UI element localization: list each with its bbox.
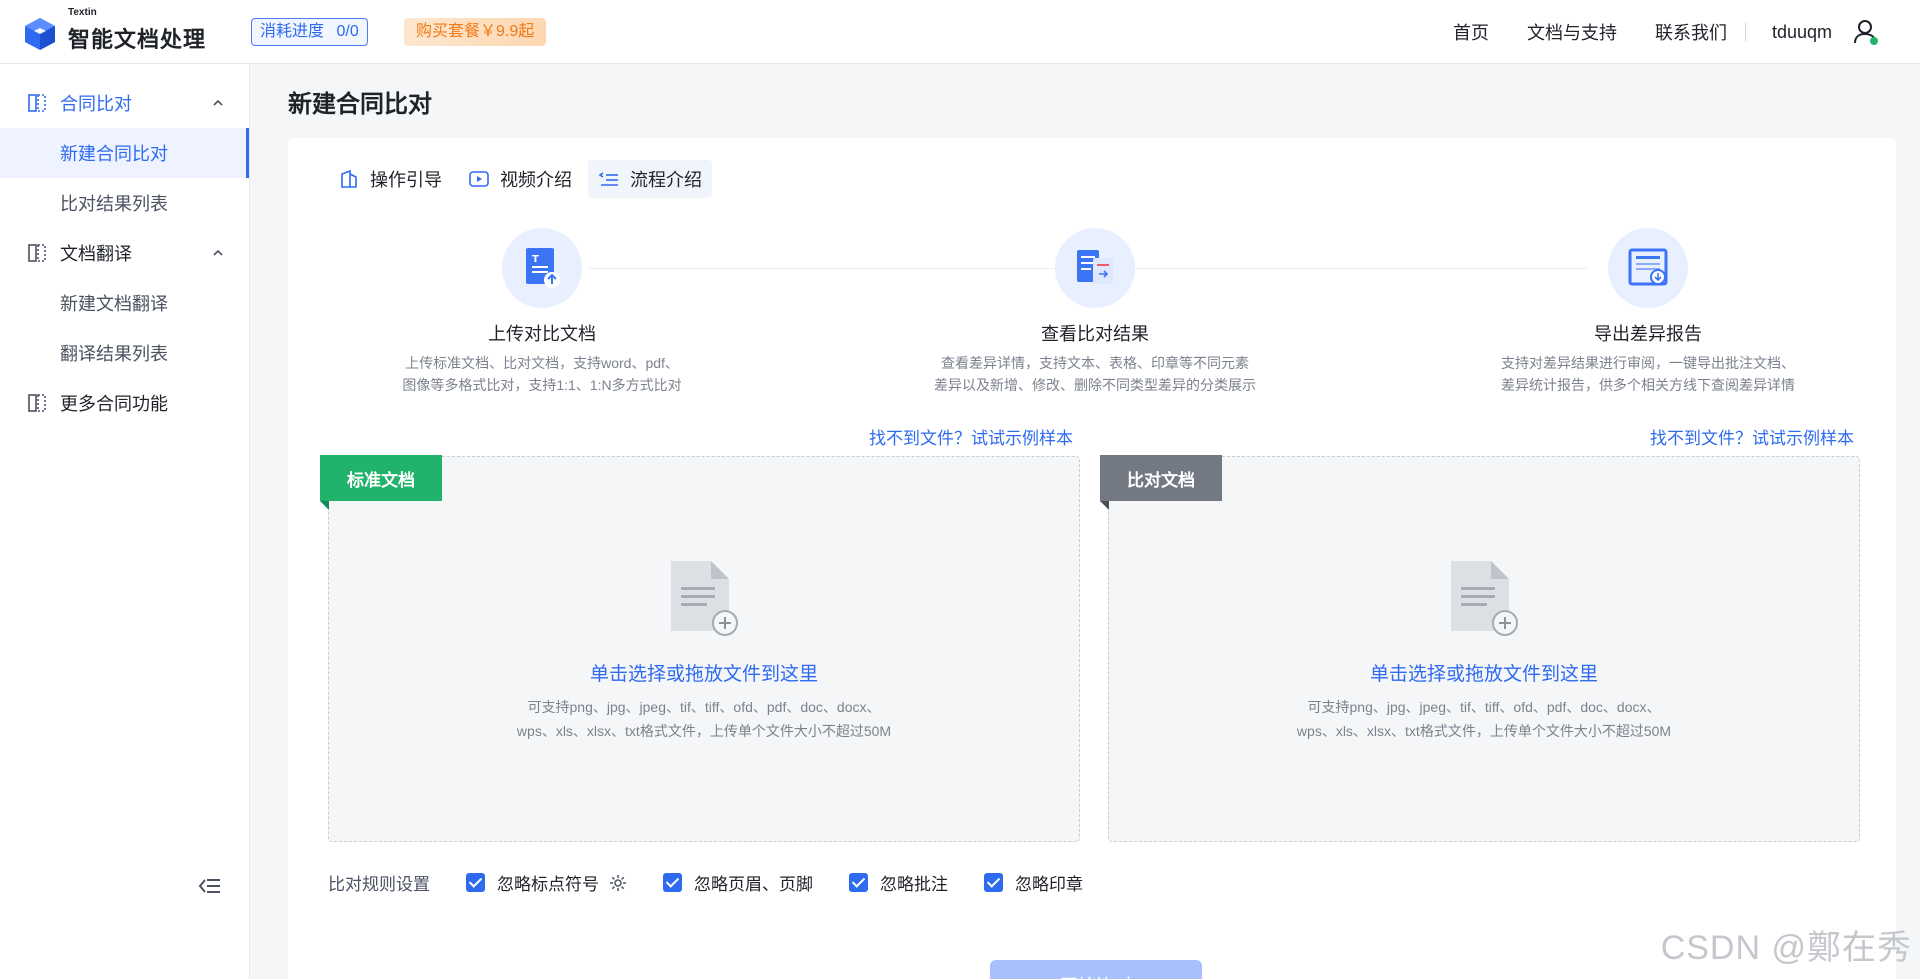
logo[interactable]: Textin 智能文档处理 — [24, 7, 207, 54]
dropzone-prompt[interactable]: 单击选择或拖放文件到这里 — [329, 659, 1079, 686]
tab-video-intro[interactable]: 视频介绍 — [458, 160, 582, 198]
dropzone-hint: 可支持png、jpg、jpeg、tif、tiff、ofd、pdf、doc、doc… — [1109, 695, 1859, 743]
step-desc-line: 差异统计报告，供多个相关方线下查阅差异详情 — [1501, 377, 1795, 393]
nav-separator — [1744, 23, 1746, 41]
dropzone-hint-line: wps、xls、xlsx、txt格式文件，上传单个文件大小不超过50M — [1296, 723, 1672, 739]
step-desc: 上传标准文档、比对文档，支持word、pdf、 图像等多格式比对，支持1:1、1… — [342, 352, 742, 396]
more-functions-icon — [28, 394, 46, 412]
sidebar: 合同比对 新建合同比对 比对结果列表 文档翻译 新建文档翻译 翻译结果列表 更多… — [0, 64, 250, 979]
dropzone-hint: 可支持png、jpg、jpeg、tif、tiff、ofd、pdf、doc、doc… — [329, 695, 1079, 743]
step-title: 上传对比文档 — [488, 324, 596, 344]
chevron-up-icon[interactable] — [211, 96, 225, 110]
step-view-results: 查看比对结果 查看差异详情，支持文本、表格、印章等不同元素 差异以及新增、修改、… — [895, 228, 1295, 396]
sidebar-group-label: 合同比对 — [60, 94, 132, 114]
dropzone-hint-line: 可支持png、jpg、jpeg、tif、tiff、ofd、pdf、doc、doc… — [527, 699, 881, 715]
sidebar-group-more-contract[interactable]: 更多合同功能 — [0, 378, 249, 428]
sidebar-item-compare-results[interactable]: 比对结果列表 — [0, 178, 249, 228]
sidebar-item-new-translation[interactable]: 新建文档翻译 — [0, 278, 249, 328]
nav-docs-support[interactable]: 文档与支持 — [1527, 19, 1617, 45]
start-compare-button[interactable]: 开始比对 — [990, 960, 1202, 979]
tab-label: 操作引导 — [370, 170, 442, 190]
step-desc-line: 支持对差异结果进行审阅，一键导出批注文档、 — [1501, 355, 1795, 371]
tab-label: 流程介绍 — [630, 170, 702, 190]
process-list-icon — [598, 172, 618, 186]
nav-contact[interactable]: 联系我们 — [1655, 19, 1727, 45]
step-desc-line: 差异以及新增、修改、删除不同类型差异的分类展示 — [934, 377, 1256, 393]
logo-cube-icon — [25, 18, 55, 50]
gear-icon[interactable] — [609, 874, 627, 892]
checkbox-checked[interactable] — [466, 873, 485, 892]
username[interactable]: tduuqm — [1772, 22, 1832, 43]
step-title: 导出差异报告 — [1594, 324, 1702, 344]
usage-value: 0/0 — [336, 23, 359, 40]
nav-home[interactable]: 首页 — [1453, 19, 1489, 45]
upload-doc-icon: T — [502, 228, 582, 308]
svg-text:T: T — [532, 254, 539, 265]
logo-small-text: Textin — [68, 7, 97, 18]
guide-icon — [341, 169, 357, 188]
usage-label: 消耗进度 — [260, 23, 325, 40]
step-desc: 查看差异详情，支持文本、表格、印章等不同元素 差异以及新增、修改、删除不同类型差… — [895, 352, 1295, 396]
tab-operation-guide[interactable]: 操作引导 — [328, 160, 452, 198]
page-title: 新建合同比对 — [288, 91, 432, 118]
sidebar-group-doc-translate[interactable]: 文档翻译 — [0, 228, 249, 278]
sidebar-group-contract-compare[interactable]: 合同比对 — [0, 78, 249, 128]
checkbox-ignore-header-footer[interactable]: 忽略页眉、页脚 — [663, 870, 813, 895]
zone-tag-compare: 比对文档 — [1100, 455, 1222, 510]
dropzone-prompt[interactable]: 单击选择或拖放文件到这里 — [1109, 659, 1859, 686]
step-desc-line: 查看差异详情，支持文本、表格、印章等不同元素 — [941, 355, 1249, 371]
chevron-up-icon[interactable] — [211, 246, 225, 260]
sample-link-compare[interactable]: 找不到文件？试试示例样本 — [1650, 424, 1854, 449]
checkbox-ignore-annotation[interactable]: 忽略批注 — [849, 870, 948, 895]
file-add-icon — [1451, 561, 1518, 636]
checkbox-ignore-seal[interactable]: 忽略印章 — [984, 870, 1083, 895]
main-card: 操作引导 视频介绍 流程介绍 T 上传对比文档 上传标准文档、比对文档，支持wo… — [288, 138, 1896, 979]
zone-tag-standard: 标准文档 — [320, 455, 442, 510]
dropzone-hint-line: 可支持png、jpg、jpeg、tif、tiff、ofd、pdf、doc、doc… — [1307, 699, 1661, 715]
compare-icon — [28, 94, 46, 112]
checkbox-checked[interactable] — [663, 873, 682, 892]
buy-plan-button[interactable]: 购买套餐￥9.9起 — [404, 18, 547, 46]
step-export-report: 导出差异报告 支持对差异结果进行审阅，一键导出批注文档、 差异统计报告，供多个相… — [1448, 228, 1848, 396]
translate-icon — [28, 244, 46, 262]
dropzone-compare[interactable]: 比对文档 单击选择或拖放文件到这里 可支持png、jpg、jpeg、tif、ti… — [1100, 455, 1860, 842]
checkbox-checked[interactable] — [984, 873, 1003, 892]
step-title: 查看比对结果 — [1041, 324, 1149, 344]
checkbox-label: 忽略标点符号 — [497, 875, 599, 894]
checkbox-label: 忽略批注 — [880, 875, 948, 894]
checkbox-ignore-punctuation[interactable]: 忽略标点符号 — [466, 870, 627, 895]
view-results-icon — [1055, 228, 1135, 308]
step-desc-line: 上传标准文档、比对文档，支持word、pdf、 — [405, 355, 679, 371]
step-desc: 支持对差异结果进行审阅，一键导出批注文档、 差异统计报告，供多个相关方线下查阅差… — [1448, 352, 1848, 396]
compare-rules: 比对规则设置 忽略标点符号 忽略页眉、页脚 忽略批注 忽略印章 — [328, 870, 1119, 895]
sidebar-item-translation-results[interactable]: 翻译结果列表 — [0, 328, 249, 378]
checkbox-label: 忽略页眉、页脚 — [694, 875, 813, 894]
file-add-icon — [671, 561, 738, 636]
collapse-sidebar-icon[interactable] — [196, 874, 224, 898]
video-icon — [469, 171, 489, 187]
tab-label: 视频介绍 — [500, 170, 572, 190]
sidebar-group-label: 更多合同功能 — [60, 394, 168, 414]
checkbox-label: 忽略印章 — [1015, 875, 1083, 894]
watermark: CSDN @鄭在秀 — [1660, 929, 1912, 967]
step-desc-line: 图像等多格式比对，支持1:1、1:N多方式比对 — [402, 377, 682, 393]
sidebar-item-new-contract-compare[interactable]: 新建合同比对 — [0, 128, 249, 178]
tab-process-intro[interactable]: 流程介绍 — [588, 160, 712, 198]
user-avatar-icon[interactable] — [1852, 18, 1880, 46]
usage-badge[interactable]: 消耗进度 0/0 — [251, 18, 368, 46]
logo-text: Textin 智能文档处理 — [68, 7, 207, 54]
dropzone-standard[interactable]: 标准文档 单击选择或拖放文件到这里 可支持png、jpg、jpeg、tif、ti… — [320, 455, 1080, 842]
rules-label: 比对规则设置 — [328, 875, 430, 894]
export-report-icon — [1608, 228, 1688, 308]
top-nav: 首页 文档与支持 联系我们 tduuqm — [1415, 0, 1920, 64]
logo-title: 智能文档处理 — [68, 27, 207, 52]
step-upload: T 上传对比文档 上传标准文档、比对文档，支持word、pdf、 图像等多格式比… — [342, 228, 742, 396]
checkbox-checked[interactable] — [849, 873, 868, 892]
sidebar-group-label: 文档翻译 — [60, 244, 132, 264]
guide-tabs: 操作引导 视频介绍 流程介绍 — [328, 160, 718, 198]
sample-link-standard[interactable]: 找不到文件？试试示例样本 — [869, 424, 1073, 449]
top-header: Textin 智能文档处理 消耗进度 0/0 购买套餐￥9.9起 首页 文档与支… — [0, 0, 1920, 64]
dropzone-hint-line: wps、xls、xlsx、txt格式文件，上传单个文件大小不超过50M — [516, 723, 892, 739]
